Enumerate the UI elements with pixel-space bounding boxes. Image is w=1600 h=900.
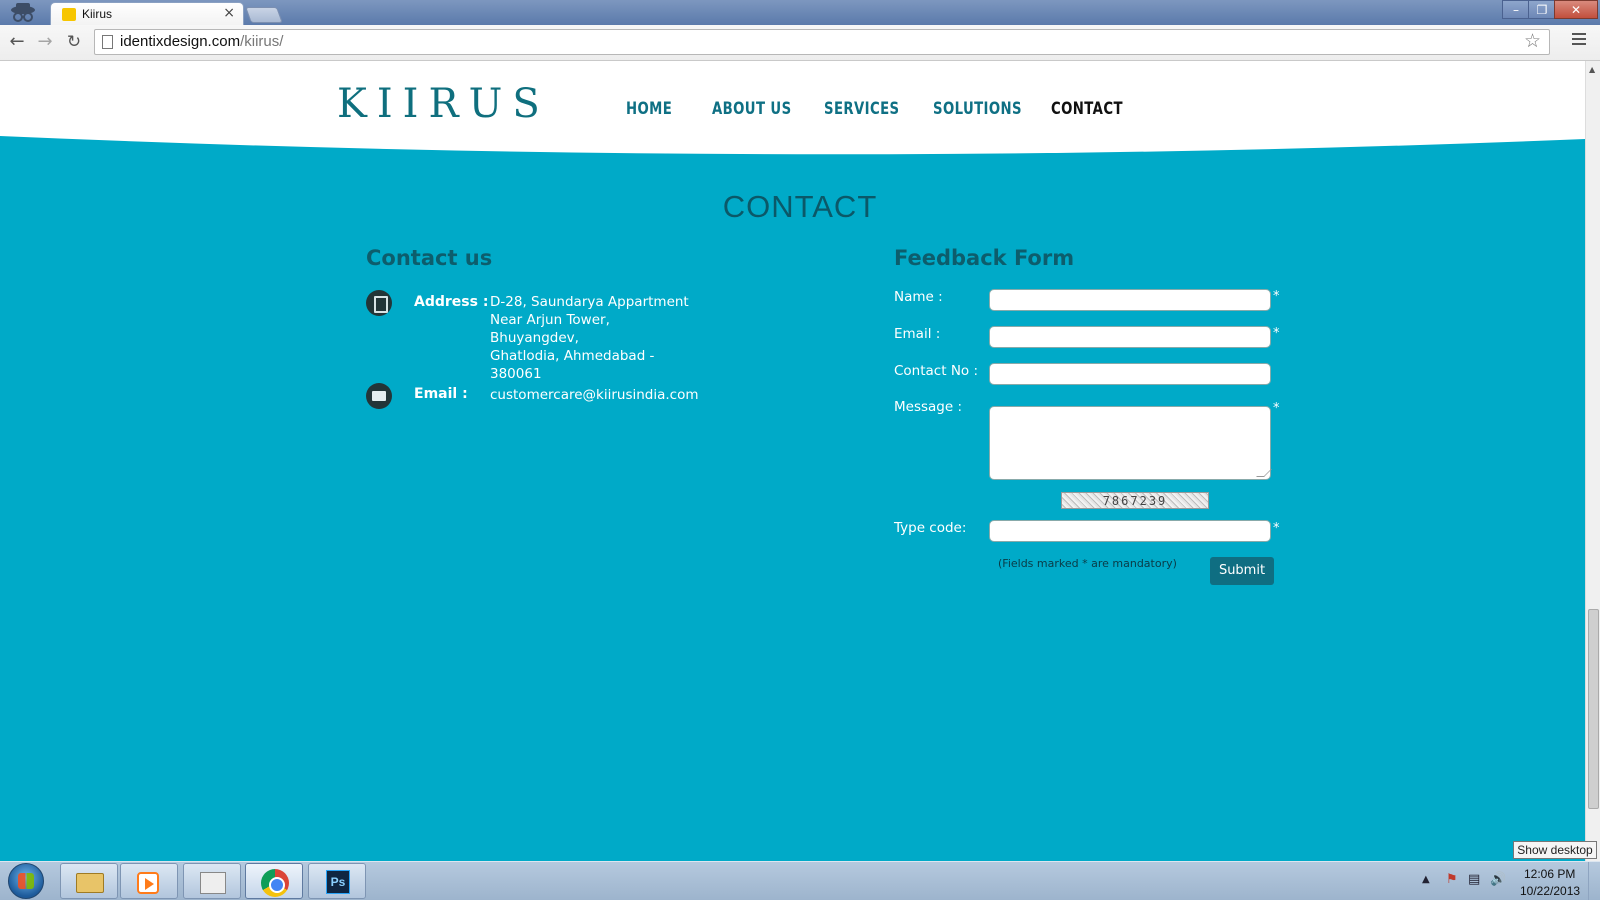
show-desktop-button[interactable] (1588, 862, 1600, 900)
close-window-button[interactable]: ✕ (1554, 0, 1598, 19)
action-center-flag-icon[interactable]: ⚑ (1446, 872, 1458, 887)
required-mark: * (1273, 326, 1280, 341)
contact-no-label: Contact No : (894, 363, 979, 379)
clock-app-icon (200, 872, 226, 894)
building-icon (366, 290, 392, 316)
email-field[interactable] (989, 326, 1271, 348)
feedback-form-heading: Feedback Form (894, 246, 1075, 270)
nav-services[interactable]: SERVICES (824, 99, 899, 119)
chrome-icon (261, 869, 289, 897)
site-logo[interactable]: KIIRUS (337, 81, 550, 127)
taskbar-explorer[interactable] (60, 863, 118, 899)
name-field[interactable] (989, 289, 1271, 311)
required-mark: * (1273, 521, 1280, 536)
incognito-icon (11, 3, 35, 22)
message-label: Message : (894, 399, 963, 415)
required-mark: * (1273, 289, 1280, 304)
photoshop-icon: Ps (326, 870, 350, 894)
back-icon[interactable]: ← (6, 31, 28, 53)
resize-grip-icon[interactable] (1256, 469, 1272, 477)
minimize-button[interactable]: – (1502, 0, 1530, 19)
address-label: Address : (414, 294, 489, 310)
favicon-icon (62, 8, 76, 21)
start-button[interactable] (8, 863, 44, 899)
address-line: Bhuyangdev, (490, 330, 579, 346)
submit-button[interactable]: Submit (1210, 557, 1274, 585)
nav-about-us[interactable]: ABOUT US (712, 99, 792, 119)
menu-icon[interactable] (1572, 33, 1586, 47)
windows-taskbar: Ps ▲ ⚑ ▤ 🔊 12:06 PM 10/22/2013 (0, 861, 1600, 900)
header-background (0, 61, 1585, 155)
show-desktop-tooltip: Show desktop (1513, 841, 1597, 859)
nav-home[interactable]: HOME (626, 99, 672, 119)
taskbar-media-player[interactable] (120, 863, 178, 899)
volume-icon[interactable]: 🔊 (1490, 872, 1506, 887)
forward-icon[interactable]: → (34, 31, 56, 53)
type-code-label: Type code: (894, 520, 967, 536)
clock-date[interactable]: 10/22/2013 (1520, 884, 1580, 898)
taskbar-photoshop[interactable]: Ps (308, 863, 366, 899)
contact-us-heading: Contact us (366, 246, 493, 270)
browser-toolbar: ← → ↻ identixdesign.com/kiirus/ ☆ (0, 25, 1600, 61)
browser-titlebar: Kiirus × – ❐ ✕ (0, 0, 1600, 25)
star-icon[interactable]: ☆ (1524, 30, 1541, 52)
address-line: Ghatlodia, Ahmedabad - (490, 348, 655, 364)
maximize-button[interactable]: ❐ (1528, 0, 1556, 19)
scroll-thumb[interactable] (1588, 609, 1599, 809)
mandatory-note: (Fields marked * are mandatory) (998, 557, 1177, 570)
address-text: D-28, Saundarya Appartment Near Arjun To… (490, 293, 710, 383)
message-textarea[interactable] (989, 406, 1272, 480)
nav-contact[interactable]: CONTACT (1051, 99, 1123, 119)
required-mark: * (1273, 401, 1280, 416)
taskbar-clock-app[interactable] (183, 863, 241, 899)
taskbar-chrome[interactable] (245, 863, 303, 899)
browser-tab[interactable]: Kiirus × (50, 2, 244, 25)
address-line: 380061 (490, 366, 542, 382)
contact-no-field[interactable] (989, 363, 1271, 385)
nav-solutions[interactable]: SOLUTIONS (933, 99, 1022, 119)
name-label: Name : (894, 289, 943, 305)
url-path: /kiirus/ (240, 33, 284, 50)
network-icon[interactable]: ▤ (1468, 872, 1480, 887)
page-title: CONTACT (722, 189, 878, 224)
new-tab-button[interactable] (245, 7, 283, 23)
address-line: Near Arjun Tower, (490, 312, 610, 328)
clock-time[interactable]: 12:06 PM (1524, 867, 1575, 881)
url-host: identixdesign.com/kiirus/ (120, 33, 284, 50)
scroll-up-icon[interactable]: ▲ (1589, 65, 1595, 74)
show-hidden-icons-icon[interactable]: ▲ (1422, 874, 1430, 885)
email-label: Email : (414, 386, 468, 402)
page-viewport: KIIRUS HOME ABOUT US SERVICES SOLUTIONS … (0, 61, 1585, 861)
tab-title: Kiirus (82, 7, 113, 21)
page-scrollbar[interactable]: ▲ (1585, 61, 1600, 861)
captcha-field[interactable] (989, 520, 1271, 542)
reload-icon[interactable]: ↻ (63, 31, 85, 53)
media-player-icon (137, 872, 159, 894)
system-tray: ▲ ⚑ ▤ 🔊 (1418, 870, 1508, 894)
tab-close-icon[interactable]: × (223, 5, 235, 21)
page-icon (102, 35, 113, 49)
captcha-image: 7867239 (1061, 492, 1209, 509)
address-line: D-28, Saundarya Appartment (490, 294, 689, 310)
email-field-label: Email : (894, 326, 941, 342)
envelope-icon (366, 383, 392, 409)
folder-icon (76, 873, 104, 893)
address-bar[interactable]: identixdesign.com/kiirus/ ☆ (94, 29, 1550, 55)
email-link[interactable]: customercare@kiirusindia.com (490, 386, 699, 404)
